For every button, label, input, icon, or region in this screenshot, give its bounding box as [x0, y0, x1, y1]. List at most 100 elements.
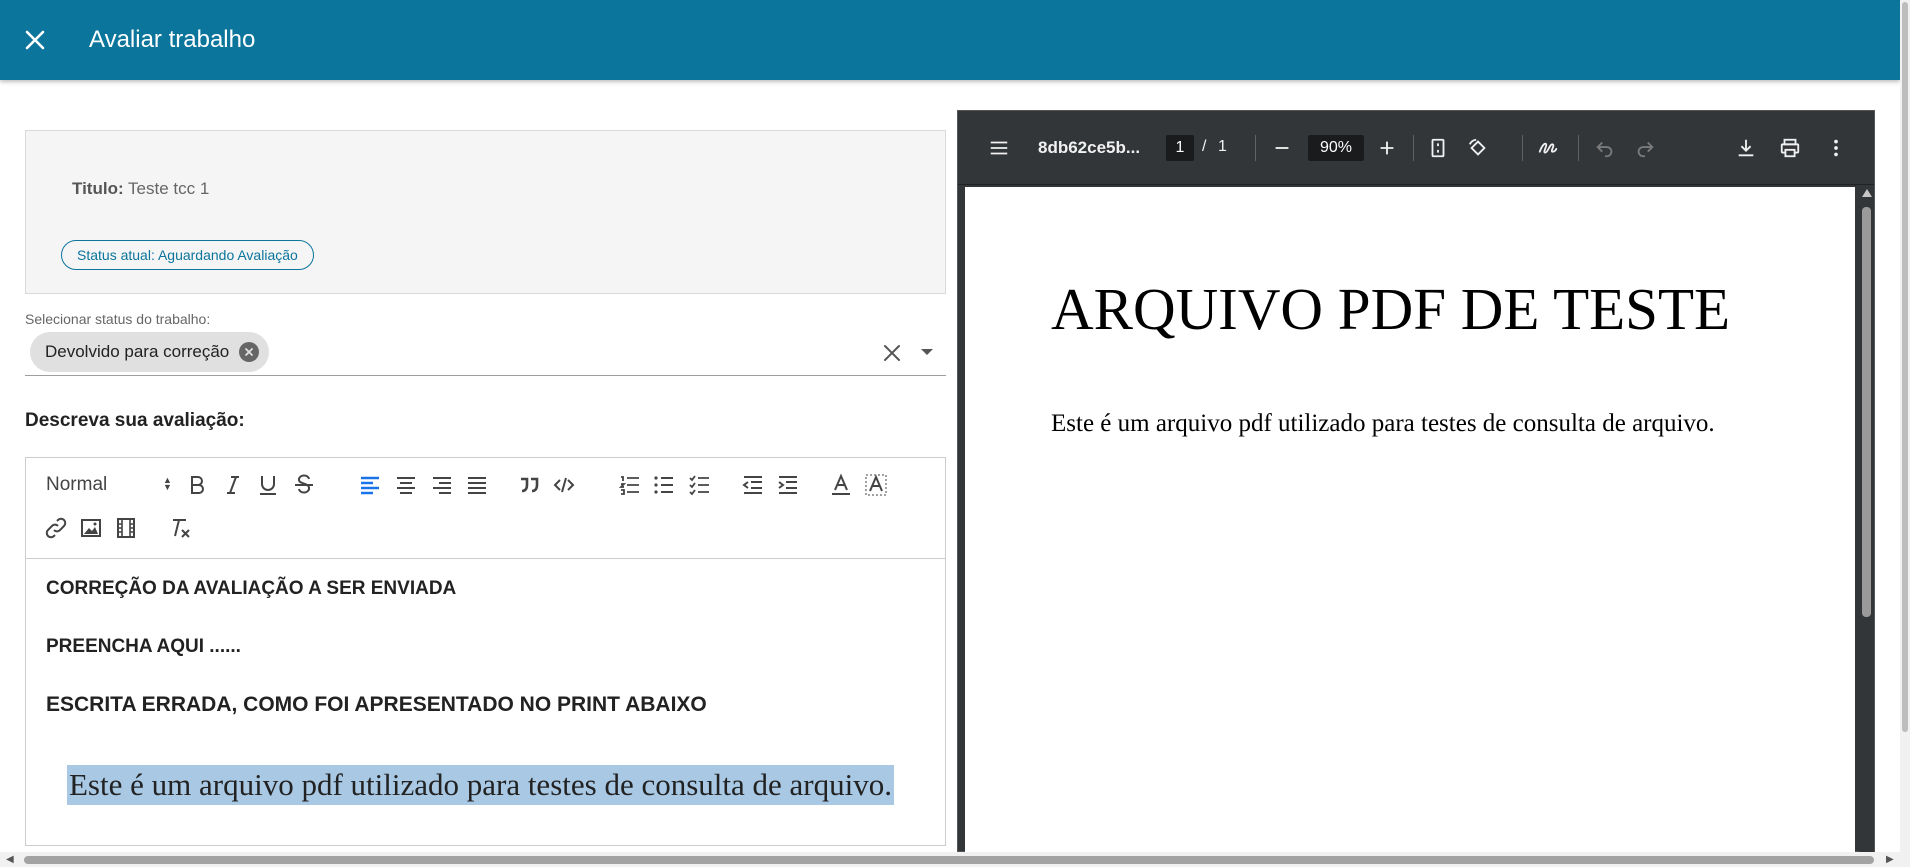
work-title-label: Titulo:: [72, 179, 124, 198]
align-left-icon: [361, 476, 379, 495]
status-select[interactable]: Devolvido para correção: [25, 327, 946, 376]
pdf-viewer: 8db62ce5b... 1 / 1 90% ARQUIVO PDF DE TE…: [957, 110, 1875, 853]
editor-content[interactable]: CORREÇÃO DA AVALIAÇÃO A SER ENVIADA PREE…: [26, 559, 945, 845]
indent-button[interactable]: [774, 471, 802, 499]
bold-icon: [191, 476, 204, 494]
close-button[interactable]: [0, 0, 70, 80]
pdf-scroll-thumb[interactable]: [1862, 207, 1871, 617]
italic-icon: [227, 476, 239, 494]
check-list-icon: [689, 475, 709, 496]
redo-icon: [1637, 141, 1654, 158]
pdf-toolbar: 8db62ce5b... 1 / 1 90%: [958, 111, 1874, 185]
align-justify-icon: [468, 477, 486, 494]
quote-button[interactable]: [515, 471, 543, 499]
zoom-in-button[interactable]: [1374, 135, 1400, 161]
download-button[interactable]: [1733, 135, 1759, 161]
pdf-menu-button[interactable]: [986, 135, 1012, 161]
align-center-button[interactable]: [392, 471, 420, 499]
minus-icon: [1275, 147, 1289, 149]
draw-icon: [1538, 142, 1558, 154]
outdent-icon: [742, 476, 762, 494]
toolbar-divider: [1413, 135, 1414, 161]
work-title: Titulo: Teste tcc 1: [72, 179, 209, 199]
chevron-down-icon[interactable]: [921, 349, 933, 355]
undo-icon: [1596, 141, 1613, 158]
plus-icon: [1380, 141, 1394, 155]
selected-status-chip[interactable]: Devolvido para correção: [30, 332, 270, 372]
background-color-button[interactable]: [862, 471, 890, 499]
toolbar-divider: [1522, 135, 1523, 161]
zoom-input[interactable]: 90%: [1308, 135, 1364, 161]
underline-button[interactable]: [254, 471, 282, 499]
work-title-value: Teste tcc 1: [128, 179, 210, 198]
link-button[interactable]: [42, 514, 70, 542]
indent-icon: [778, 476, 797, 494]
align-left-button[interactable]: [356, 471, 384, 499]
clear-format-icon: [173, 519, 190, 538]
more-vert-icon: [1834, 139, 1838, 157]
page-vertical-scroll-thumb[interactable]: [1902, 2, 1908, 732]
code-button[interactable]: [550, 471, 578, 499]
status-select-label: Selecionar status do trabalho:: [25, 311, 211, 327]
highlighted-quote: Este é um arquivo pdf utilizado para tes…: [67, 765, 894, 805]
evaluation-label: Descreva sua avaliação:: [25, 410, 245, 431]
scroll-left-icon[interactable]: ◀: [6, 854, 14, 865]
check-list-button[interactable]: [686, 471, 714, 499]
underline-icon: [260, 476, 276, 495]
scroll-right-icon[interactable]: ▶: [1886, 854, 1894, 865]
rotate-icon: [1468, 138, 1486, 156]
editor-line: CORREÇÃO DA AVALIAÇÃO A SER ENVIADA: [46, 578, 457, 599]
format-select[interactable]: Normal ▲ ▼: [44, 471, 172, 499]
page-vertical-scrollbar[interactable]: [1900, 0, 1910, 867]
image-button[interactable]: [77, 514, 105, 542]
zoom-out-button[interactable]: [1269, 135, 1295, 161]
bold-button[interactable]: [183, 471, 211, 499]
outdent-button[interactable]: [739, 471, 767, 499]
bullet-list-button[interactable]: [650, 471, 678, 499]
toolbar-divider: [1255, 135, 1256, 161]
status-badge: Status atual: Aguardando Avaliação: [61, 240, 314, 270]
image-icon: [81, 519, 101, 537]
page-total: 1: [1218, 138, 1227, 155]
app-header: Avaliar trabalho: [0, 0, 1900, 80]
italic-button[interactable]: [219, 471, 247, 499]
align-right-button[interactable]: [428, 471, 456, 499]
code-icon: [553, 477, 575, 493]
pdf-page-body: Este é um arquivo pdf utilizado para tes…: [1051, 410, 1715, 437]
chip-remove-icon[interactable]: [239, 342, 260, 362]
editor-line: PREENCHA AQUI ......: [46, 636, 241, 657]
rotate-button[interactable]: [1465, 135, 1491, 161]
scroll-up-icon[interactable]: [1862, 189, 1872, 197]
toolbar-divider: [1578, 135, 1579, 161]
undo-button[interactable]: [1592, 135, 1618, 161]
fit-page-icon: [1431, 138, 1445, 158]
strike-icon: [295, 474, 313, 494]
work-info-card: Titulo: Teste tcc 1 Status atual: Aguard…: [25, 130, 946, 294]
select-arrows-icon: ▲ ▼: [163, 475, 172, 492]
clear-format-button[interactable]: [166, 514, 194, 542]
ordered-list-icon: [618, 476, 639, 495]
clear-selection-icon[interactable]: [880, 341, 904, 365]
align-justify-button[interactable]: [463, 471, 491, 499]
page-horizontal-scroll-thumb[interactable]: [24, 856, 1874, 864]
print-button[interactable]: [1777, 135, 1803, 161]
video-button[interactable]: [112, 514, 140, 542]
text-color-button[interactable]: [827, 471, 855, 499]
pdf-file-name: 8db62ce5b...: [1038, 138, 1141, 157]
link-icon: [45, 517, 67, 539]
redo-button[interactable]: [1632, 135, 1658, 161]
pdf-scrollbar[interactable]: [1859, 187, 1874, 853]
fit-page-button[interactable]: [1425, 135, 1451, 161]
ordered-list-button[interactable]: [616, 471, 644, 499]
pdf-page: ARQUIVO PDF DE TESTE Este é um arquivo p…: [965, 187, 1855, 853]
more-options-button[interactable]: [1823, 135, 1849, 161]
chip-label: Devolvido para correção: [45, 342, 230, 361]
annotate-button[interactable]: [1535, 135, 1561, 161]
editor-toolbar: Normal ▲ ▼: [26, 458, 945, 559]
download-icon: [1738, 139, 1754, 157]
rich-text-editor[interactable]: Normal ▲ ▼ CORREÇÃO DA AVALIAÇÃO A SER EN…: [25, 457, 946, 846]
strike-button[interactable]: [290, 471, 318, 499]
page-horizontal-scrollbar[interactable]: ◀ ▶: [0, 852, 1900, 867]
page-separator: /: [1202, 138, 1207, 155]
page-number-input[interactable]: 1: [1166, 135, 1194, 161]
